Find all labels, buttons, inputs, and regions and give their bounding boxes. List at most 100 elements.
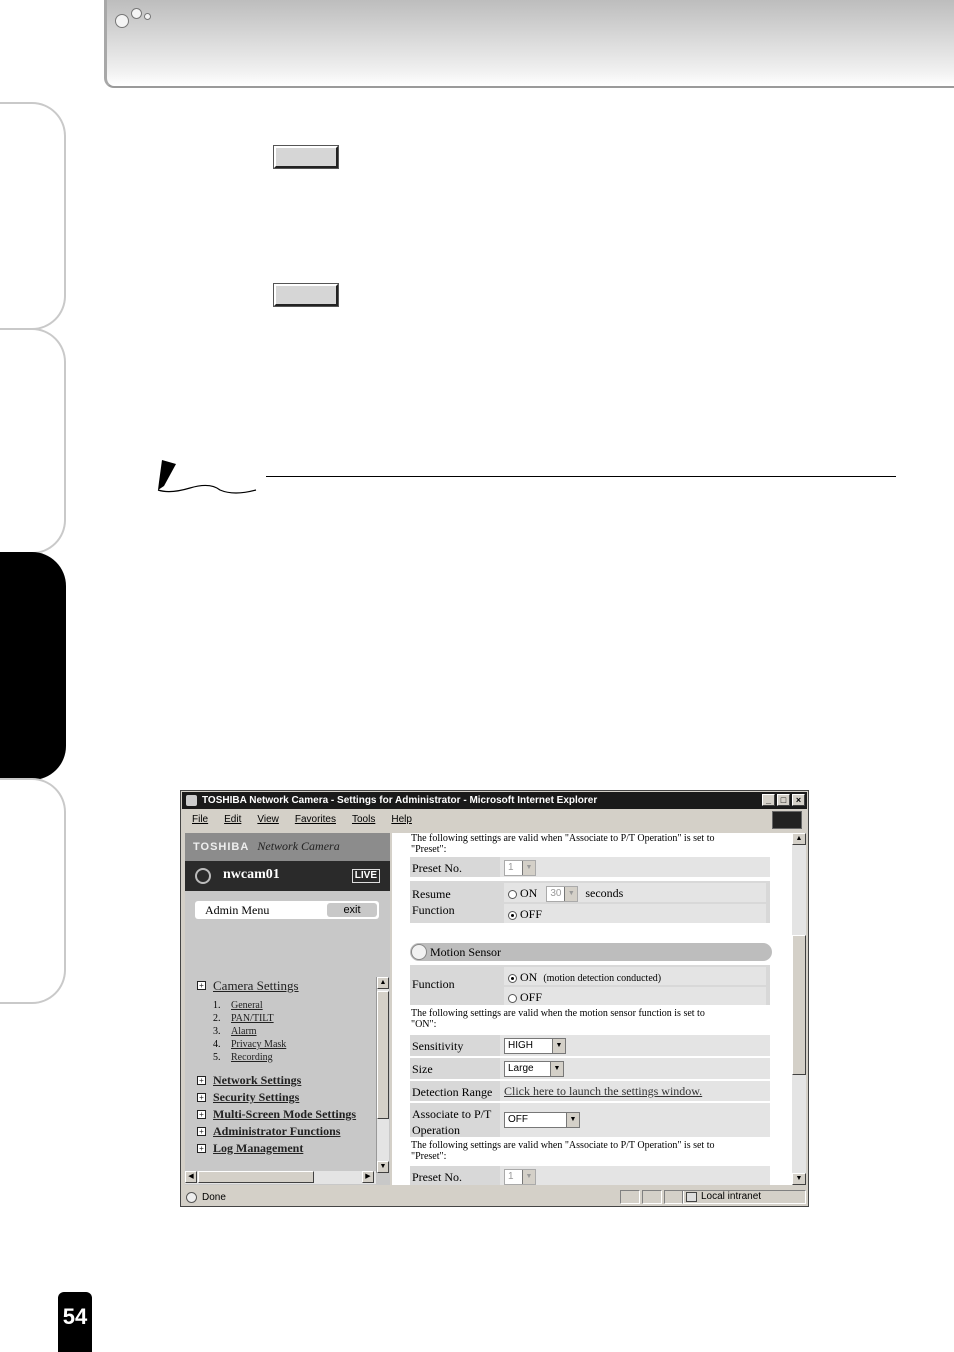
motion-sensor-title: Motion Sensor [430, 945, 502, 959]
nav-multi-screen-settings[interactable]: + Multi-Screen Mode Settings [195, 1106, 380, 1123]
detection-range-link[interactable]: Click here to launch the settings window… [504, 1084, 702, 1098]
scroll-thumb[interactable] [377, 991, 389, 1119]
nav-subitem: 3. Alarm [213, 1025, 380, 1038]
subitem-number: 4. [213, 1039, 221, 1050]
nav-privacy-mask-link[interactable]: Privacy Mask [231, 1039, 286, 1050]
expand-icon[interactable]: + [197, 981, 206, 990]
expand-icon[interactable]: + [197, 1110, 206, 1119]
browser-window: TOSHIBA Network Camera - Settings for Ad… [180, 790, 809, 1207]
subitem-number: 3. [213, 1026, 221, 1037]
resume-seconds-select[interactable]: 30 ▼ [546, 886, 579, 903]
preset-no-select-2[interactable]: 1 ▼ [504, 1169, 536, 1185]
scroll-thumb[interactable] [792, 935, 806, 1075]
resume-function-label: Resume Function [412, 887, 455, 917]
settings-nav-tree: + Camera Settings 1. General 2. PAN/TILT 3… [195, 977, 380, 1157]
scroll-up-arrow-icon[interactable]: ▲ [792, 833, 806, 845]
nav-alarm-link[interactable]: Alarm [231, 1026, 257, 1037]
nav-section-link[interactable]: Security Settings [213, 1090, 299, 1104]
preset-no-row-2: Preset No. 1 ▼ [410, 1166, 770, 1185]
settings-vertical-scrollbar[interactable]: ▲ ▼ [792, 833, 806, 1185]
status-bar: Done Local intranet [182, 1189, 807, 1206]
nav-security-settings[interactable]: + Security Settings [195, 1089, 380, 1106]
menu-edit[interactable]: Edit [224, 814, 241, 825]
dropdown-arrow-icon: ▼ [564, 887, 578, 902]
menu-tools[interactable]: Tools [352, 814, 375, 825]
nav-section-link[interactable]: Multi-Screen Mode Settings [213, 1107, 356, 1121]
size-select[interactable]: Large ▼ [504, 1061, 564, 1078]
nav-section-link[interactable]: Administrator Functions [213, 1124, 340, 1138]
scroll-left-arrow-icon[interactable]: ◀ [185, 1171, 197, 1183]
nav-pan-tilt-link[interactable]: PAN/TILT [231, 1013, 274, 1024]
menu-bar: File Edit View Favorites Tools Help [182, 810, 807, 830]
admin-nav-frame: TOSHIBA Network Camera nwcam01 LIVE Admi… [185, 833, 390, 1185]
nav-section-link[interactable]: Camera Settings [213, 978, 299, 993]
button-illustration [274, 284, 338, 306]
sensitivity-label: Sensitivity [412, 1039, 464, 1053]
scroll-thumb[interactable] [198, 1171, 314, 1183]
nav-administrator-functions[interactable]: + Administrator Functions [195, 1123, 380, 1140]
status-zone-cell: Local intranet [682, 1190, 806, 1204]
chapter-tab-active [0, 552, 66, 780]
page-number: 54 [58, 1292, 92, 1352]
live-button[interactable]: LIVE [351, 869, 380, 883]
chapter-tab [0, 102, 66, 330]
minimize-button[interactable]: _ [762, 794, 775, 806]
associate-pt-select[interactable]: OFF ▼ [504, 1112, 580, 1129]
window-titlebar: TOSHIBA Network Camera - Settings for Ad… [182, 792, 807, 809]
function-off-option: OFF [504, 987, 766, 1005]
expand-icon[interactable]: + [197, 1144, 206, 1153]
expand-icon[interactable]: + [197, 1127, 206, 1136]
subitem-number: 5. [213, 1052, 221, 1063]
status-cell [620, 1190, 640, 1204]
bubble-decoration [131, 8, 142, 19]
preset-no-select[interactable]: 1 ▼ [504, 860, 536, 877]
menu-view[interactable]: View [257, 814, 279, 825]
associate-pt-label: Associate to P/T Operation [412, 1107, 492, 1137]
function-on-radio[interactable] [508, 973, 517, 983]
size-cell: Large ▼ [500, 1058, 770, 1079]
function-off-label: OFF [520, 990, 543, 1004]
resume-on-radio[interactable] [508, 889, 517, 899]
resume-off-radio[interactable] [508, 910, 517, 920]
close-button[interactable]: × [792, 794, 805, 806]
page-header-band [104, 0, 954, 88]
nav-section-link[interactable]: Log Management [213, 1141, 303, 1155]
scroll-down-arrow-icon[interactable]: ▼ [792, 1173, 806, 1185]
preset-note: The following settings are valid when "A… [411, 833, 715, 855]
expand-icon[interactable]: + [197, 1076, 206, 1085]
local-intranet-icon [686, 1192, 697, 1202]
nav-section-link[interactable]: Network Settings [213, 1073, 301, 1087]
ie-app-icon [186, 795, 197, 806]
nav-vertical-scrollbar[interactable]: ▲ ▼ [376, 977, 389, 1173]
menu-file[interactable]: File [192, 814, 208, 825]
window-title: TOSHIBA Network Camera - Settings for Ad… [202, 795, 598, 806]
maximize-button[interactable]: □ [777, 794, 790, 806]
nav-camera-settings[interactable]: + Camera Settings [195, 977, 380, 994]
nav-general-link[interactable]: General [231, 1000, 263, 1011]
status-cell [664, 1190, 684, 1204]
camera-settings-subitems: 1. General 2. PAN/TILT 3. Alarm 4. Privacy M… [195, 994, 380, 1072]
preset-no-label: Preset No. [412, 861, 462, 875]
function-row: Function ON (motion detection conducted)… [410, 965, 770, 1005]
camera-name: nwcam01 [223, 867, 280, 882]
menu-favorites[interactable]: Favorites [295, 814, 336, 825]
scroll-down-arrow-icon[interactable]: ▼ [377, 1161, 389, 1173]
nav-network-settings[interactable]: + Network Settings [195, 1072, 380, 1089]
section-bullet-icon [411, 944, 427, 960]
scroll-up-arrow-icon[interactable]: ▲ [377, 977, 389, 989]
menu-help[interactable]: Help [391, 814, 412, 825]
nav-log-management[interactable]: + Log Management [195, 1140, 380, 1157]
nav-horizontal-scrollbar[interactable]: ◀ ▶ [185, 1171, 376, 1184]
sensitivity-select[interactable]: HIGH ▼ [504, 1038, 566, 1055]
function-on-note: (motion detection conducted) [543, 973, 662, 984]
status-text: Done [202, 1192, 226, 1203]
detection-range-cell: Click here to launch the settings window… [500, 1081, 770, 1101]
scroll-right-arrow-icon[interactable]: ▶ [362, 1171, 374, 1183]
preset-no-label-2: Preset No. [412, 1170, 462, 1184]
dropdown-arrow-icon: ▼ [566, 1113, 579, 1128]
expand-icon[interactable]: + [197, 1093, 206, 1102]
nav-recording-link[interactable]: Recording [231, 1052, 273, 1063]
exit-button[interactable]: exit [327, 903, 377, 917]
function-cell: ON (motion detection conducted) OFF [500, 965, 770, 1005]
function-off-radio[interactable] [508, 993, 517, 1003]
